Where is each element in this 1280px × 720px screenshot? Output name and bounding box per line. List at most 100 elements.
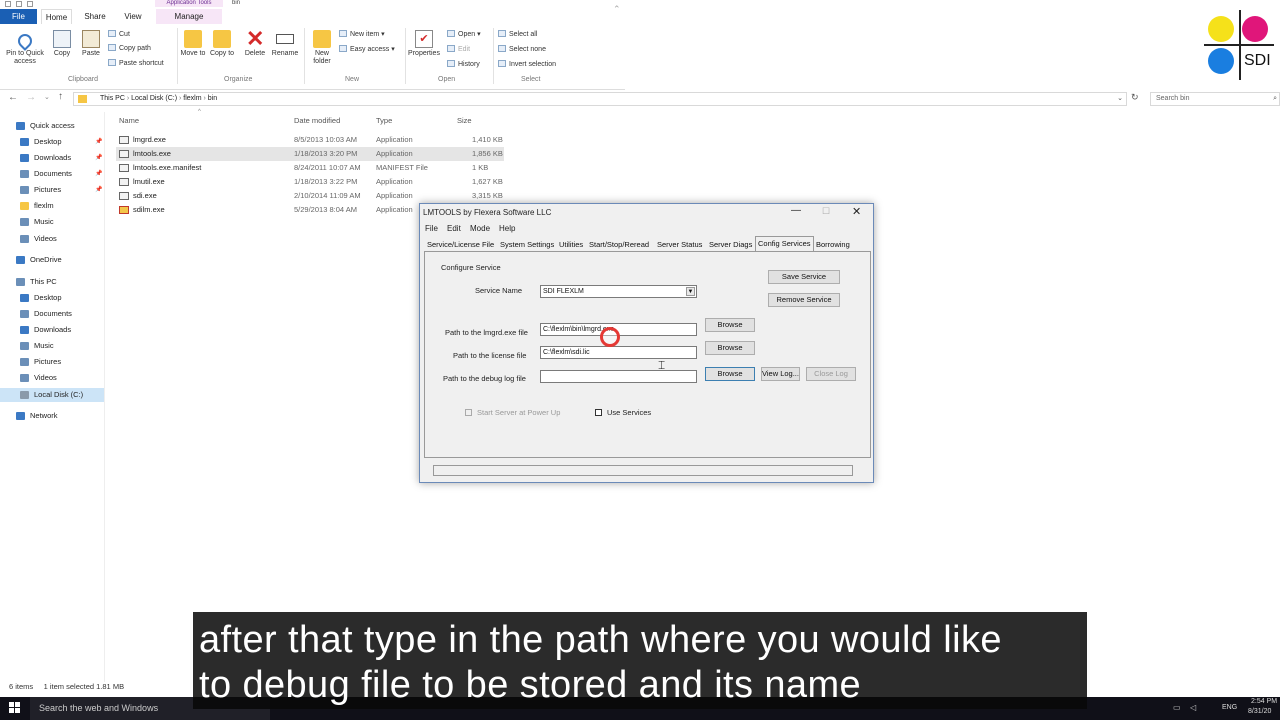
clock-date[interactable]: 8/31/20: [1248, 708, 1271, 715]
nav-item-network[interactable]: Network: [0, 409, 104, 423]
use-services-checkbox[interactable]: Use Services: [595, 408, 651, 417]
nav-item-documents[interactable]: Documents: [0, 307, 104, 321]
tab-borrowing[interactable]: Borrowing: [816, 239, 850, 251]
properties-button[interactable]: ✔ Properties: [407, 30, 441, 58]
tab-file[interactable]: File: [0, 9, 37, 24]
address-box[interactable]: This PC › Local Disk (C:) › flexlm › bin…: [73, 92, 1127, 106]
nav-item-videos[interactable]: Videos: [0, 371, 104, 385]
tab-system-settings[interactable]: System Settings: [500, 239, 554, 251]
nav-item-music[interactable]: Music: [0, 215, 104, 229]
select-all-button[interactable]: Select all: [498, 30, 537, 39]
menu-file[interactable]: File: [425, 224, 438, 233]
quick-access-toolbar[interactable]: [5, 0, 65, 7]
nav-item-desktop[interactable]: Desktop 📌: [0, 135, 104, 149]
tab-server-diags[interactable]: Server Diags: [709, 239, 752, 251]
tab-server-status[interactable]: Server Status: [657, 239, 702, 251]
browse-license-button[interactable]: Browse: [705, 341, 755, 355]
recent-chevron-icon[interactable]: ⌄: [44, 93, 50, 101]
nav-item-quick-access[interactable]: Quick access: [0, 119, 104, 133]
language-indicator[interactable]: ENG: [1222, 704, 1237, 711]
column-header-size[interactable]: Size: [457, 116, 472, 125]
address-dropdown-icon[interactable]: ⌄: [1117, 93, 1123, 105]
browse-lmgrd-button[interactable]: Browse: [705, 318, 755, 332]
debug-log-path-field[interactable]: [540, 370, 697, 383]
tab-manage[interactable]: Manage: [156, 9, 222, 24]
rename-button[interactable]: Rename: [270, 30, 300, 58]
nav-item-pictures[interactable]: Pictures 📌: [0, 183, 104, 197]
close-icon[interactable]: ✕: [852, 205, 861, 218]
pin-quick-access-button[interactable]: Pin to Quick access: [4, 31, 46, 66]
copy-button[interactable]: Copy: [50, 30, 74, 58]
ribbon-minimize-icon[interactable]: ⌃: [613, 4, 621, 15]
nav-item-this-pc[interactable]: This PC: [0, 275, 104, 289]
view-log-button[interactable]: View Log...: [761, 367, 800, 381]
dropdown-arrow-icon[interactable]: ▼: [686, 287, 695, 296]
invert-selection-button[interactable]: Invert selection: [498, 60, 556, 69]
history-button[interactable]: History: [447, 60, 480, 69]
nav-item-downloads[interactable]: Downloads 📌: [0, 151, 104, 165]
cut-button[interactable]: Cut: [108, 30, 130, 39]
column-header-name[interactable]: Name: [119, 116, 139, 125]
file-row[interactable]: lmtools.exe 1/18/2013 3:20 PM Application 1…: [116, 147, 504, 161]
save-service-button[interactable]: Save Service: [768, 270, 840, 284]
move-to-button[interactable]: Move to: [180, 30, 206, 58]
menu-mode[interactable]: Mode: [470, 224, 490, 233]
up-arrow-icon[interactable]: ↑: [58, 91, 63, 102]
start-power-checkbox[interactable]: Start Server at Power Up: [465, 408, 560, 417]
back-arrow-icon[interactable]: ←: [8, 92, 18, 103]
new-folder-button[interactable]: New folder: [308, 30, 336, 66]
network-icon[interactable]: ▭: [1173, 703, 1181, 712]
breadcrumb-local-disk[interactable]: Local Disk (C:): [131, 95, 177, 102]
nav-item-onedrive[interactable]: OneDrive: [0, 253, 104, 267]
tab-service-license-file[interactable]: Service/License File: [427, 239, 494, 251]
nav-item-pictures[interactable]: Pictures: [0, 355, 104, 369]
pin-icon[interactable]: 📌: [95, 135, 102, 149]
refresh-icon[interactable]: ↻: [1131, 92, 1139, 103]
nav-item-videos[interactable]: Videos: [0, 232, 104, 246]
browse-debug-log-button[interactable]: Browse: [705, 367, 755, 381]
tab-share[interactable]: Share: [80, 9, 110, 24]
maximize-icon[interactable]: ☐: [822, 206, 830, 217]
pin-icon[interactable]: 📌: [95, 183, 102, 197]
delete-button[interactable]: ✕ Delete: [241, 28, 269, 58]
minimize-icon[interactable]: —: [791, 205, 801, 216]
column-header-date[interactable]: Date modified: [294, 116, 340, 125]
paste-shortcut-button[interactable]: Paste shortcut: [108, 59, 164, 68]
select-none-button[interactable]: Select none: [498, 45, 546, 54]
tab-home[interactable]: Home: [41, 9, 72, 24]
search-input[interactable]: Search bin ⌕: [1150, 92, 1280, 106]
copy-path-button[interactable]: Copy path: [108, 44, 151, 53]
breadcrumb-flexlm[interactable]: flexlm: [183, 95, 201, 102]
remove-service-button[interactable]: Remove Service: [768, 293, 840, 307]
pin-icon[interactable]: 📌: [95, 151, 102, 165]
nav-item-local-disk[interactable]: Local Disk (C:): [0, 388, 104, 402]
breadcrumb-this-pc[interactable]: This PC: [100, 95, 125, 102]
pin-icon[interactable]: 📌: [95, 167, 102, 181]
menu-edit[interactable]: Edit: [447, 224, 461, 233]
forward-arrow-icon[interactable]: →: [26, 92, 36, 103]
clock-time[interactable]: 2:54 PM: [1251, 698, 1277, 705]
nav-item-documents[interactable]: Documents 📌: [0, 167, 104, 181]
edit-button[interactable]: Edit: [447, 45, 470, 54]
close-log-button[interactable]: Close Log: [806, 367, 856, 381]
nav-item-flexlm[interactable]: flexlm: [0, 199, 104, 213]
nav-item-downloads[interactable]: Downloads: [0, 323, 104, 337]
copy-to-button[interactable]: Copy to: [209, 30, 235, 58]
file-row[interactable]: lmtools.exe.manifest 8/24/2011 10:07 AM MA…: [116, 161, 504, 175]
file-row[interactable]: lmutil.exe 1/18/2013 3:22 PM Application 1,…: [116, 175, 504, 189]
paste-button[interactable]: Paste: [79, 30, 103, 58]
open-button[interactable]: Open ▾: [447, 30, 481, 39]
nav-item-desktop[interactable]: Desktop: [0, 291, 104, 305]
volume-icon[interactable]: ◁: [1190, 703, 1196, 712]
windows-start-icon[interactable]: [9, 702, 20, 713]
tab-view[interactable]: View: [118, 9, 148, 24]
nav-item-music[interactable]: Music: [0, 339, 104, 353]
easy-access-button[interactable]: Easy access ▾: [339, 45, 395, 54]
license-path-field[interactable]: C:\flexlm\sdi.lic: [540, 346, 697, 359]
tab-utilities[interactable]: Utilities: [559, 239, 583, 251]
column-header-type[interactable]: Type: [376, 116, 392, 125]
tab-start-stop-reread[interactable]: Start/Stop/Reread: [589, 239, 649, 251]
new-item-button[interactable]: New item ▾: [339, 30, 385, 39]
service-name-combobox[interactable]: SDI FLEXLM ▼: [540, 285, 697, 298]
breadcrumb-bin[interactable]: bin: [208, 95, 217, 102]
